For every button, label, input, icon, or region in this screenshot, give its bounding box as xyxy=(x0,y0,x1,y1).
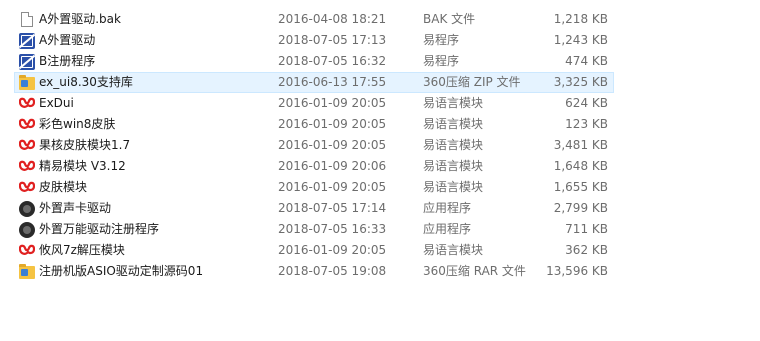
file-size: 1,218 KB xyxy=(553,12,608,26)
file-size: 1,655 KB xyxy=(553,180,608,194)
file-name[interactable]: A外置驱动 xyxy=(39,30,269,51)
file-row[interactable]: 攸风7z解压模块 2016-01-09 20:05 易语言模块 362 KB xyxy=(0,240,760,261)
file-name[interactable]: 皮肤模块 xyxy=(39,177,269,198)
application-icon xyxy=(19,222,35,238)
file-row[interactable]: 精易模块 V3.12 2016-01-09 20:06 易语言模块 1,648 KB xyxy=(0,156,760,177)
e-module-icon xyxy=(19,159,35,175)
file-list: A外置驱动.bak 2016-04-08 18:21 BAK 文件 1,218 KB A… xyxy=(0,9,760,282)
file-row[interactable]: A外置驱动.bak 2016-04-08 18:21 BAK 文件 1,218 KB xyxy=(0,9,760,30)
file-name[interactable]: ex_ui8.30支持库 xyxy=(39,72,269,93)
file-name[interactable]: 攸风7z解压模块 xyxy=(39,240,269,261)
e-module-icon xyxy=(19,138,35,154)
file-date-modified: 2018-07-05 17:13 xyxy=(278,33,387,47)
file-row[interactable]: 注册机版ASIO驱动定制源码01 2018-07-05 19:08 360压缩 RA… xyxy=(0,261,760,282)
file-row[interactable]: 外置万能驱动注册程序 2018-07-05 16:33 应用程序 711 KB xyxy=(0,219,760,240)
e-program-icon xyxy=(19,54,35,70)
file-name[interactable]: 彩色win8皮肤 xyxy=(39,114,269,135)
file-name[interactable]: 外置声卡驱动 xyxy=(39,198,269,219)
file-date-modified: 2018-07-05 16:33 xyxy=(278,222,387,236)
file-date-modified: 2018-07-05 16:32 xyxy=(278,54,387,68)
file-size: 711 KB xyxy=(565,222,608,236)
file-date-modified: 2016-01-09 20:05 xyxy=(278,243,387,257)
file-size: 474 KB xyxy=(565,54,608,68)
file-row[interactable]: 彩色win8皮肤 2016-01-09 20:05 易语言模块 123 KB xyxy=(0,114,760,135)
file-row[interactable]: A外置驱动 2018-07-05 17:13 易程序 1,243 KB xyxy=(0,30,760,51)
file-date-modified: 2016-01-09 20:05 xyxy=(278,96,387,110)
file-row[interactable]: 皮肤模块 2016-01-09 20:05 易语言模块 1,655 KB xyxy=(0,177,760,198)
file-date-modified: 2018-07-05 17:14 xyxy=(278,201,387,215)
document-icon xyxy=(19,12,35,28)
zip-archive-icon xyxy=(19,75,35,91)
e-module-icon xyxy=(19,117,35,133)
file-row[interactable]: 果核皮肤模块1.7 2016-01-09 20:05 易语言模块 3,481 KB xyxy=(0,135,760,156)
file-name[interactable]: ExDui xyxy=(39,93,269,114)
file-size: 1,648 KB xyxy=(553,159,608,173)
file-name[interactable]: 果核皮肤模块1.7 xyxy=(39,135,269,156)
zip-archive-icon xyxy=(19,264,35,280)
file-size: 3,481 KB xyxy=(553,138,608,152)
file-size: 1,243 KB xyxy=(553,33,608,47)
file-date-modified: 2018-07-05 19:08 xyxy=(278,264,387,278)
file-name[interactable]: 注册机版ASIO驱动定制源码01 xyxy=(39,261,269,282)
file-name[interactable]: A外置驱动.bak xyxy=(39,9,269,30)
file-row[interactable]: 外置声卡驱动 2018-07-05 17:14 应用程序 2,799 KB xyxy=(0,198,760,219)
file-date-modified: 2016-06-13 17:55 xyxy=(278,75,387,89)
file-row[interactable]: ex_ui8.30支持库 2016-06-13 17:55 360压缩 ZIP 文件… xyxy=(0,72,760,93)
e-program-icon xyxy=(19,33,35,49)
file-row[interactable]: B注册程序 2018-07-05 16:32 易程序 474 KB xyxy=(0,51,760,72)
file-date-modified: 2016-01-09 20:05 xyxy=(278,138,387,152)
file-name[interactable]: B注册程序 xyxy=(39,51,269,72)
file-name[interactable]: 精易模块 V3.12 xyxy=(39,156,269,177)
application-icon xyxy=(19,201,35,217)
file-size: 362 KB xyxy=(565,243,608,257)
file-size: 2,799 KB xyxy=(553,201,608,215)
file-size: 13,596 KB xyxy=(546,264,608,278)
file-row[interactable]: ExDui 2016-01-09 20:05 易语言模块 624 KB xyxy=(0,93,760,114)
file-date-modified: 2016-01-09 20:05 xyxy=(278,180,387,194)
file-size: 3,325 KB xyxy=(553,75,608,89)
e-module-icon xyxy=(19,243,35,259)
file-date-modified: 2016-04-08 18:21 xyxy=(278,12,387,26)
file-size: 123 KB xyxy=(565,117,608,131)
file-date-modified: 2016-01-09 20:06 xyxy=(278,159,387,173)
file-date-modified: 2016-01-09 20:05 xyxy=(278,117,387,131)
e-module-icon xyxy=(19,96,35,112)
e-module-icon xyxy=(19,180,35,196)
file-size: 624 KB xyxy=(565,96,608,110)
file-name[interactable]: 外置万能驱动注册程序 xyxy=(39,219,269,240)
